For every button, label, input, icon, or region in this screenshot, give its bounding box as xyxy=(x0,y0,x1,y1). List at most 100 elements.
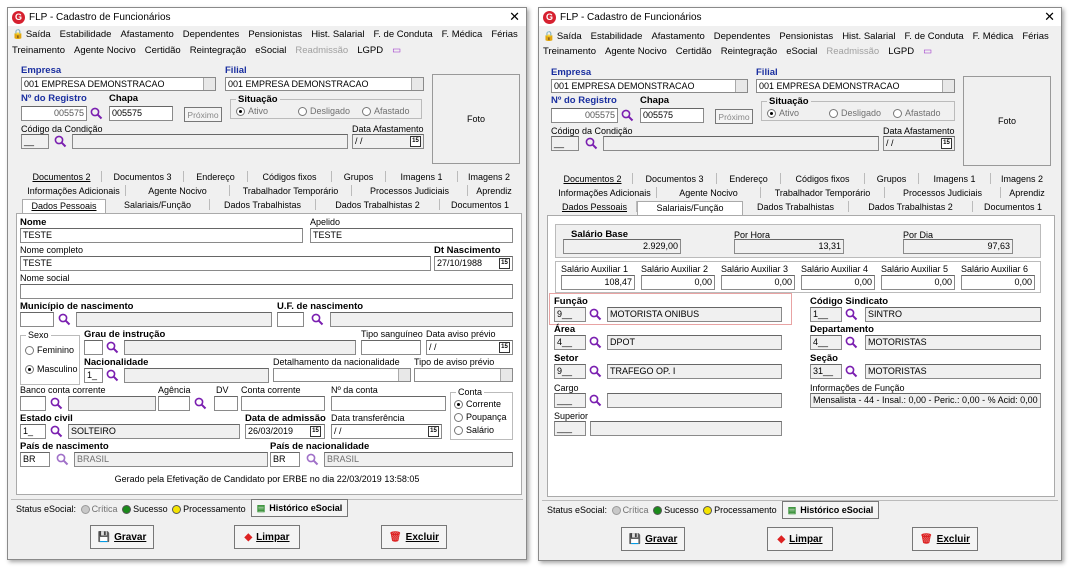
filial-select[interactable]: 001 EMPRESA DEMONSTRACAO xyxy=(756,79,955,93)
historico-esocial-button[interactable]: ▤ Histórico eSocial xyxy=(251,499,348,517)
filial-select[interactable]: 001 EMPRESA DEMONSTRACAO xyxy=(225,77,424,91)
data-transf-input[interactable]: / / xyxy=(331,424,442,439)
menu-reintegracao[interactable]: Reintegração xyxy=(190,45,247,56)
aux-6-input[interactable]: 0,00 xyxy=(961,275,1035,290)
tab-processos-judiciais[interactable]: Processos Judiciais xyxy=(352,185,468,196)
sit-ativo-radio[interactable]: Ativo xyxy=(767,108,799,119)
uf-code-input[interactable] xyxy=(277,312,304,327)
search-icon[interactable] xyxy=(621,109,634,122)
depto-code-input[interactable]: 4__ xyxy=(810,335,842,350)
tab-aprendiz[interactable]: Aprendiz xyxy=(468,185,520,196)
chat-icon[interactable]: ▭ xyxy=(923,46,932,57)
menu-treinamento[interactable]: Treinamento xyxy=(543,46,596,57)
conta-corrente-radio[interactable]: Corrente xyxy=(454,399,501,410)
tab-documentos-1[interactable]: Documentos 1 xyxy=(973,201,1053,212)
search-icon[interactable] xyxy=(56,453,69,466)
calendar-icon[interactable]: 15 xyxy=(499,342,510,353)
menu-f-conduta[interactable]: F. de Conduta xyxy=(374,29,433,40)
sindicato-code-input[interactable]: 1__ xyxy=(810,307,842,322)
nconta-input[interactable] xyxy=(331,396,446,411)
aux-1-input[interactable]: 108,47 xyxy=(561,275,635,290)
menu-afastamento[interactable]: Afastamento xyxy=(120,29,173,40)
foto-box[interactable]: Foto xyxy=(963,76,1051,166)
limpar-button[interactable]: ◆ Limpar xyxy=(767,527,833,551)
menu-estabilidade[interactable]: Estabilidade xyxy=(60,29,112,40)
menu-dependentes[interactable]: Dependentes xyxy=(714,31,771,42)
aux-4-input[interactable]: 0,00 xyxy=(801,275,875,290)
sit-desligado-radio[interactable]: Desligado xyxy=(298,106,350,117)
search-icon[interactable] xyxy=(50,397,63,410)
search-icon[interactable] xyxy=(306,453,319,466)
search-icon[interactable] xyxy=(106,341,119,354)
menu-hist-salarial[interactable]: Hist. Salarial xyxy=(842,31,895,42)
superior-code-input[interactable]: ___ xyxy=(554,421,586,436)
menu-f-conduta[interactable]: F. de Conduta xyxy=(905,31,964,42)
pais-nasc-code-input[interactable]: BR xyxy=(20,452,50,467)
tab-salariais-funcao[interactable]: Salariais/Função xyxy=(106,199,210,210)
menu-esocial[interactable]: eSocial xyxy=(786,46,817,57)
menu-ferias[interactable]: Férias xyxy=(491,29,517,40)
limpar-button[interactable]: ◆ Limpar xyxy=(234,525,300,549)
funcao-code-input[interactable]: 9__ xyxy=(554,307,586,322)
tab-salariais-funcao[interactable]: Salariais/Função xyxy=(637,201,743,216)
tab-dados-trabalhistas[interactable]: Dados Trabalhistas xyxy=(743,201,849,212)
calendar-icon[interactable]: 15 xyxy=(499,258,510,269)
registro-input[interactable]: 005575 xyxy=(551,108,618,123)
cargo-code-input[interactable]: ___ xyxy=(554,393,586,408)
menu-f-medica[interactable]: F. Médica xyxy=(442,29,483,40)
conta-input[interactable] xyxy=(241,396,325,411)
calendar-icon[interactable]: 15 xyxy=(428,426,439,437)
menu-pensionistas[interactable]: Pensionistas xyxy=(779,31,833,42)
menu-certidao[interactable]: Certidão xyxy=(145,45,181,56)
sexo-feminino-radio[interactable]: Feminino xyxy=(25,345,74,356)
menu-reintegracao[interactable]: Reintegração xyxy=(721,46,778,57)
tab-documentos-3[interactable]: Documentos 3 xyxy=(633,173,717,184)
tab-imagens-1[interactable]: Imagens 1 xyxy=(386,171,458,182)
tab-imagens-1[interactable]: Imagens 1 xyxy=(919,173,991,184)
tab-dados-pessoais[interactable]: Dados Pessoais xyxy=(22,199,106,214)
close-icon[interactable]: ✕ xyxy=(509,9,520,25)
tab-dados-trabalhistas-2[interactable]: Dados Trabalhistas 2 xyxy=(849,201,973,212)
tab-info-adicionais[interactable]: Informações Adicionais xyxy=(553,187,657,198)
tab-documentos-3[interactable]: Documentos 3 xyxy=(102,171,184,182)
search-icon[interactable] xyxy=(845,365,858,378)
excluir-button[interactable]: 🗑 Excluir xyxy=(912,527,978,551)
proximo-button[interactable]: Próximo xyxy=(184,107,222,122)
tab-grupos[interactable]: Grupos xyxy=(865,173,919,184)
registro-input[interactable]: 005575 xyxy=(21,106,87,121)
tab-dados-pessoais[interactable]: Dados Pessoais xyxy=(553,201,637,212)
menu-esocial[interactable]: eSocial xyxy=(255,45,286,56)
menu-lgpd[interactable]: LGPD xyxy=(888,46,914,57)
menu-ferias[interactable]: Férias xyxy=(1022,31,1048,42)
tab-documentos-1[interactable]: Documentos 1 xyxy=(440,199,520,210)
por-hora-input[interactable]: 13,31 xyxy=(734,239,844,254)
apelido-input[interactable]: TESTE xyxy=(310,228,513,243)
search-icon[interactable] xyxy=(90,107,103,120)
tab-trab-temporario[interactable]: Trabalhador Temporário xyxy=(230,185,352,196)
search-icon[interactable] xyxy=(589,365,602,378)
aux-3-input[interactable]: 0,00 xyxy=(721,275,795,290)
cond-code-input[interactable]: __ xyxy=(21,134,49,149)
tab-codigos-fixos[interactable]: Códigos fixos xyxy=(248,171,332,182)
tab-endereco[interactable]: Endereço xyxy=(717,173,781,184)
foto-box[interactable]: Foto xyxy=(432,74,520,164)
tab-imagens-2[interactable]: Imagens 2 xyxy=(458,171,520,182)
cond-code-input[interactable]: __ xyxy=(551,136,579,151)
tab-trab-temporario[interactable]: Trabalhador Temporário xyxy=(761,187,885,198)
nome-input[interactable]: TESTE xyxy=(20,228,303,243)
tab-endereco[interactable]: Endereço xyxy=(184,171,248,182)
calendar-icon[interactable]: 15 xyxy=(310,426,321,437)
conta-poupanca-radio[interactable]: Poupança xyxy=(454,412,507,423)
menu-agente-nocivo[interactable]: Agente Nocivo xyxy=(605,46,667,57)
tab-info-adicionais[interactable]: Informações Adicionais xyxy=(22,185,126,196)
tab-imagens-2[interactable]: Imagens 2 xyxy=(991,173,1053,184)
banco-code-input[interactable] xyxy=(20,396,46,411)
sal-base-input[interactable]: 2.929,00 xyxy=(563,239,681,254)
dv-input[interactable] xyxy=(214,396,238,411)
conta-salario-radio[interactable]: Salário xyxy=(454,425,494,436)
gravar-button[interactable]: 💾 Gravar xyxy=(90,525,154,549)
search-icon[interactable] xyxy=(589,336,602,349)
grau-code-input[interactable] xyxy=(84,340,103,355)
tab-codigos-fixos[interactable]: Códigos fixos xyxy=(781,173,865,184)
chapa-input[interactable]: 005575 xyxy=(109,106,173,121)
